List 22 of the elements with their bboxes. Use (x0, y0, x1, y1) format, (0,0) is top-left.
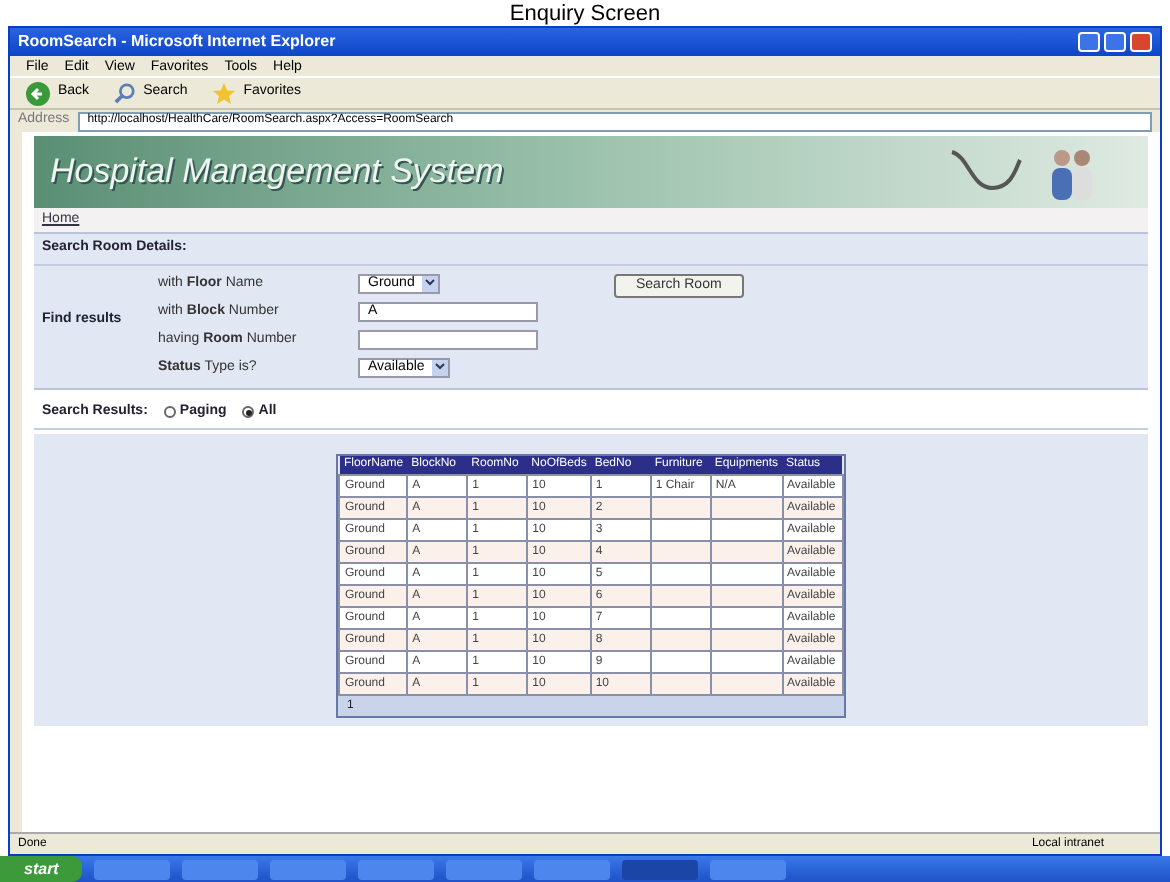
minimize-button[interactable] (1078, 32, 1100, 52)
search-icon (113, 82, 136, 104)
taskbar-button[interactable] (622, 859, 699, 879)
taskbar-button[interactable] (182, 859, 259, 879)
taskbar-button[interactable] (446, 859, 523, 879)
banner-title: Hospital Management System (50, 150, 504, 195)
taskbar-button[interactable] (534, 859, 611, 879)
start-button[interactable]: start (0, 856, 83, 882)
maximize-button[interactable] (1104, 32, 1126, 52)
taskbar-button[interactable] (358, 859, 435, 879)
taskbar-button[interactable] (94, 859, 171, 879)
taskbar-button[interactable] (270, 859, 347, 879)
taskbar-button[interactable] (710, 859, 787, 879)
radio-button[interactable] (163, 406, 176, 418)
input-field[interactable] (358, 330, 538, 350)
dropdown-arrow-icon (432, 360, 449, 376)
screen-caption: Enquiry Screen (509, 4, 661, 26)
window-title: RoomSearch - Microsoft Internet Explorer (18, 30, 336, 54)
star-icon (211, 81, 236, 105)
dropdown-arrow-icon (422, 276, 439, 292)
radio-button[interactable] (242, 406, 255, 418)
close-button[interactable] (1130, 32, 1152, 52)
